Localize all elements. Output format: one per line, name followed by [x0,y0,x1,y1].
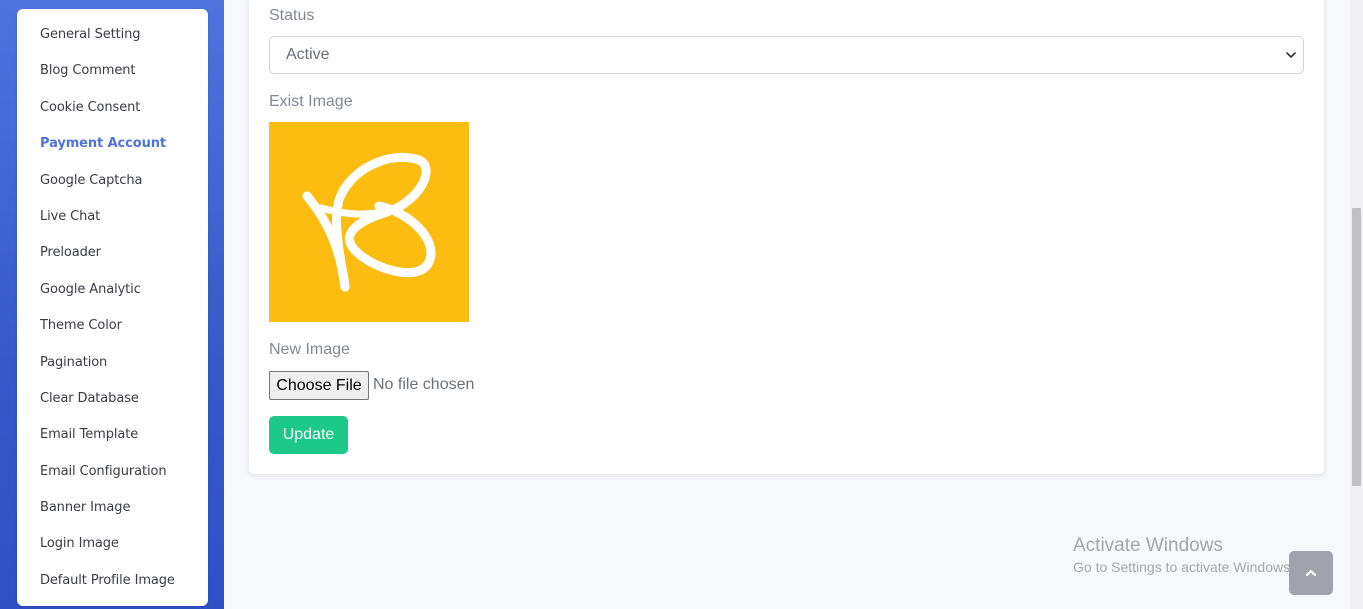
menu-item-cookie-consent[interactable]: Cookie Consent [40,100,140,115]
exist-image-label: Exist Image [269,93,353,110]
file-status-text: No file chosen [373,376,475,393]
menu-item-default-profile-image[interactable]: Default Profile Image [40,573,175,588]
menu-item-pagination[interactable]: Pagination [40,355,107,370]
butterfly-logo-icon [302,152,436,292]
menu-item-payment-account[interactable]: Payment Account [40,136,166,151]
menu-item-google-analytic[interactable]: Google Analytic [40,282,141,297]
status-select-value: Active [286,46,330,63]
chevron-up-icon [1305,569,1317,577]
menu-item-blog-comment[interactable]: Blog Comment [40,63,135,78]
menu-item-preloader[interactable]: Preloader [40,245,101,260]
menu-item-google-captcha[interactable]: Google Captcha [40,173,142,188]
menu-item-clear-database[interactable]: Clear Database [40,391,139,406]
menu-item-login-image[interactable]: Login Image [40,536,119,551]
menu-item-banner-image[interactable]: Banner Image [40,500,130,515]
menu-item-email-configuration[interactable]: Email Configuration [40,464,167,479]
menu-item-email-template[interactable]: Email Template [40,427,138,442]
page-scrollbar[interactable] [1350,0,1363,609]
update-button[interactable]: Update [269,416,348,454]
menu-item-general-setting[interactable]: General Setting [40,27,141,42]
scrollbar-thumb[interactable] [1352,208,1361,486]
choose-file-button[interactable]: Choose File [269,371,369,400]
new-image-label: New Image [269,341,350,358]
menu-item-theme-color[interactable]: Theme Color [40,318,122,333]
settings-menu: General Setting Blog Comment Cookie Cons… [17,9,208,606]
activate-windows-title: Activate Windows [1073,535,1223,556]
scroll-to-top-button[interactable] [1289,551,1333,595]
existing-image [269,122,469,322]
activate-windows-subtitle: Go to Settings to activate Windows. [1073,559,1289,575]
status-select[interactable]: Active [269,36,1304,74]
status-label: Status [269,7,315,24]
menu-item-live-chat[interactable]: Live Chat [40,209,100,224]
chevron-down-icon [1286,52,1296,58]
